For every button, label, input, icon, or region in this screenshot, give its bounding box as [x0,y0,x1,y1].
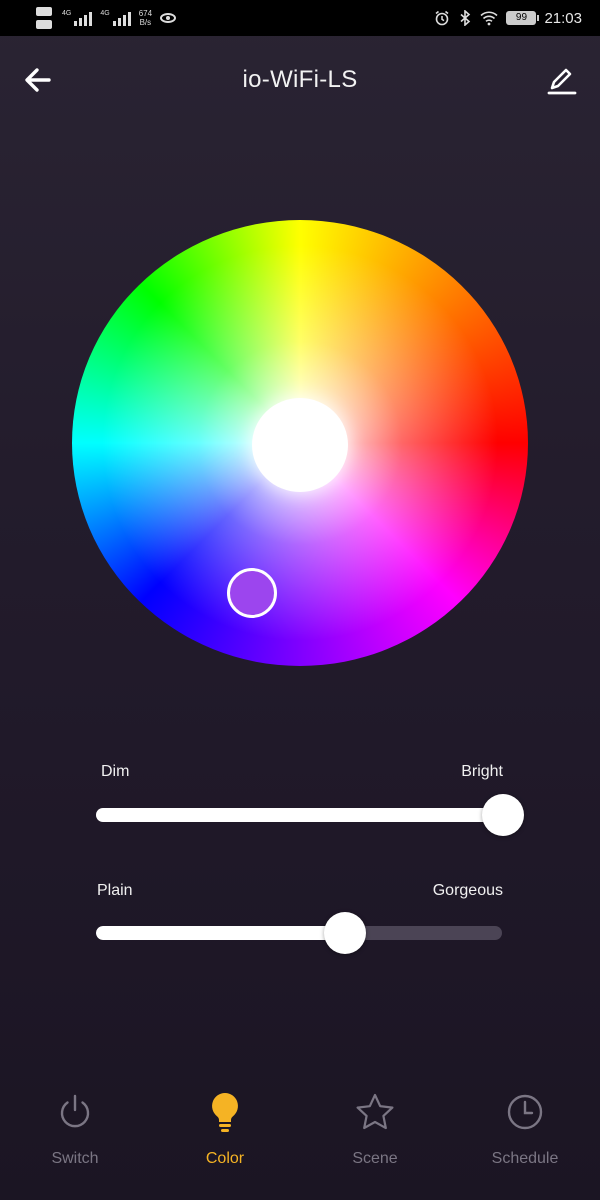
signal-strength-icon-2: 4G [100,10,131,26]
nav-label-switch: Switch [51,1150,99,1167]
brightness-slider-track[interactable] [96,808,502,822]
signal-tag: 4G [62,10,72,17]
nav-item-schedule[interactable]: Schedule [450,1080,600,1200]
saturation-max-label: Gorgeous [432,882,503,899]
bulb-icon [203,1090,247,1134]
page-title: io-WiFi-LS [242,66,358,93]
status-left: 4G 4G 674 B/s [36,7,177,29]
network-speed-value: 674 [138,9,153,18]
pencil-icon [547,68,577,95]
edit-button[interactable] [544,62,580,98]
bottom-nav: Switch Color Scene Schedule [0,1080,600,1200]
saturation-min-label: Plain [97,882,133,899]
nav-label-scene: Scene [352,1150,398,1167]
battery-indicator: 99 [506,11,540,25]
brightness-min-label: Dim [101,763,130,780]
clock-icon [503,1090,547,1134]
wifi-icon [480,11,499,26]
saturation-slider-track[interactable] [96,926,502,940]
status-time: 21:03 [544,9,582,27]
app-header: io-WiFi-LS [0,36,600,124]
bluetooth-icon [460,10,471,26]
network-speed: 674 B/s [139,9,152,27]
status-right: 99 21:03 [434,10,582,27]
signal-strength-icon: 4G [62,10,93,26]
network-speed-unit: B/s [139,18,152,27]
saturation-slider-thumb[interactable] [324,912,366,954]
brightness-max-label: Bright [461,763,503,780]
alarm-icon [435,10,449,26]
nav-label-schedule: Schedule [491,1150,559,1167]
star-icon [353,1090,397,1134]
color-picker-handle[interactable] [227,568,277,618]
nav-item-switch[interactable]: Switch [0,1080,150,1200]
eye-icon [160,13,177,23]
brightness-slider-thumb[interactable] [482,794,524,836]
signal-tag-2: 4G [100,10,110,17]
saturation-slider-fill [96,926,344,940]
nav-label-color: Color [205,1150,245,1167]
sim-card-icon [36,7,54,29]
nav-item-color[interactable]: Color [150,1080,300,1200]
status-bar: 4G 4G 674 B/s 99 21:03 [0,0,600,36]
color-wheel-center [252,398,348,492]
power-icon [53,1090,97,1134]
nav-item-scene[interactable]: Scene [300,1080,450,1200]
color-wheel[interactable] [72,220,528,666]
